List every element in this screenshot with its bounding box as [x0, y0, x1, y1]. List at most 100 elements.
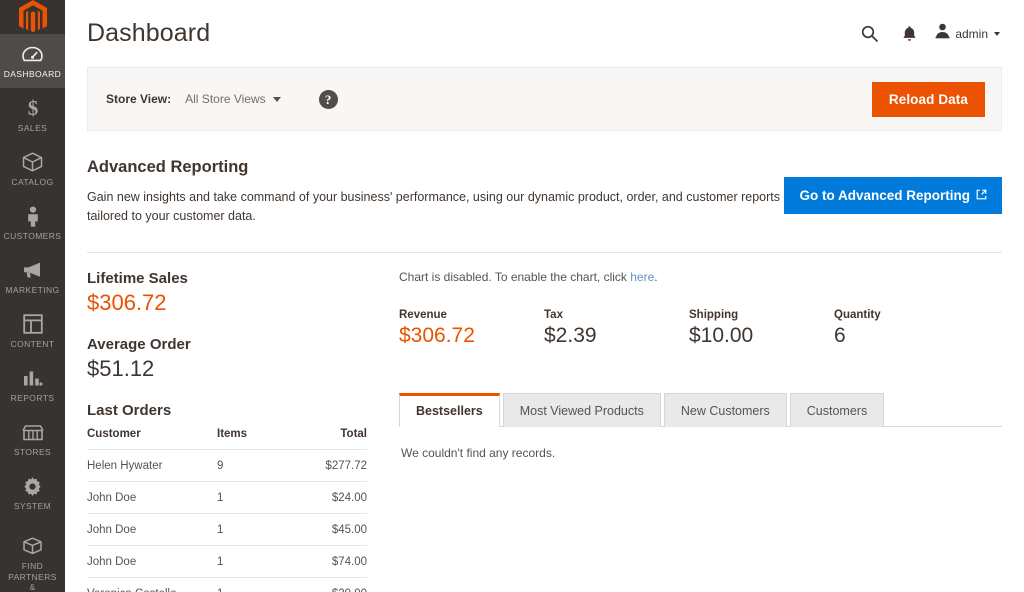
- megaphone-icon: [22, 259, 44, 281]
- stat-value: $306.72: [399, 324, 475, 347]
- account-menu[interactable]: admin: [929, 23, 1002, 44]
- storefront-icon: [21, 421, 44, 443]
- stat-value: 6: [834, 324, 846, 347]
- sidebar-item-dashboard[interactable]: DASHBOARD: [0, 34, 65, 88]
- cell-items: 1: [217, 513, 287, 546]
- dollar-icon: $: [25, 97, 41, 119]
- table-row[interactable]: John Doe 1 $74.00: [87, 545, 367, 578]
- store-view-selected-value: All Store Views: [185, 92, 266, 106]
- stat-tax: Tax $2.39: [544, 309, 689, 348]
- sidebar-item-marketing[interactable]: MARKETING: [0, 250, 65, 304]
- table-row[interactable]: Helen Hywater 9 $277.72: [87, 449, 367, 482]
- stat-shipping: Shipping $10.00: [689, 309, 834, 348]
- dashboard-left-column: Lifetime Sales $306.72 Average Order $51…: [87, 270, 387, 592]
- account-name: admin: [955, 26, 988, 41]
- bar-chart-icon: [22, 367, 43, 389]
- magento-logo[interactable]: [0, 0, 65, 34]
- cell-customer: Helen Hywater: [87, 449, 217, 482]
- dashboard-gauge-icon: [22, 43, 43, 65]
- sidebar-item-stores[interactable]: STORES: [0, 412, 65, 466]
- tab-customers[interactable]: Customers: [789, 393, 885, 427]
- sidebar-item-label: CONTENT: [10, 339, 55, 349]
- table-row[interactable]: Veronica Costello 1 $29.00: [87, 577, 367, 592]
- stats-row: Revenue $306.72 Tax $2.39 Shipping $10.0…: [399, 309, 1002, 348]
- stat-value: $2.39: [544, 324, 597, 347]
- bell-icon[interactable]: [889, 19, 929, 49]
- column-header-total: Total: [340, 428, 367, 440]
- go-to-advanced-reporting-label: Go to Advanced Reporting: [799, 188, 970, 203]
- dashboard-tabs: Bestsellers Most Viewed Products New Cus…: [399, 392, 1002, 479]
- average-order-label: Average Order: [87, 336, 191, 353]
- sidebar-item-find-partners-extensions[interactable]: FIND PARTNERS & EXTENSIONS: [0, 526, 65, 592]
- gear-icon: [22, 475, 43, 497]
- lifetime-sales-value: $306.72: [87, 290, 167, 315]
- page-header: Dashboard admin: [65, 0, 1024, 67]
- sidebar-item-label-line1: FIND PARTNERS: [8, 561, 57, 582]
- table-row[interactable]: John Doe 1 $24.00: [87, 481, 367, 514]
- tab-most-viewed-products[interactable]: Most Viewed Products: [502, 393, 661, 427]
- sidebar-item-label: CATALOG: [11, 177, 54, 187]
- average-order-block: Average Order $51.12: [87, 336, 367, 382]
- layout-icon: [22, 313, 43, 335]
- column-header-items: Items: [217, 428, 248, 440]
- sidebar-item-label: REPORTS: [10, 393, 55, 403]
- magento-admin-dashboard: DASHBOARD $ SALES CATALOG CUSTOMERS MARK…: [0, 0, 1024, 592]
- cell-customer: John Doe: [87, 513, 217, 546]
- search-icon[interactable]: [849, 19, 889, 49]
- store-view-select[interactable]: All Store Views: [185, 92, 281, 106]
- cell-total: $74.00: [287, 545, 367, 578]
- advanced-reporting-description: Gain new insights and take command of yo…: [87, 190, 781, 223]
- advanced-reporting-section: Advanced Reporting Gain new insights and…: [87, 131, 1002, 253]
- stat-label: Tax: [544, 309, 563, 321]
- cell-total: $24.00: [287, 481, 367, 514]
- question-mark-icon[interactable]: ?: [318, 89, 338, 109]
- tab-bestsellers[interactable]: Bestsellers: [399, 393, 500, 427]
- cell-customer: John Doe: [87, 545, 217, 578]
- tab-new-customers[interactable]: New Customers: [663, 393, 787, 427]
- admin-sidebar: DASHBOARD $ SALES CATALOG CUSTOMERS MARK…: [0, 0, 65, 592]
- cell-customer: Veronica Costello: [87, 577, 217, 592]
- stat-revenue: Revenue $306.72: [399, 309, 544, 348]
- cell-items: 1: [217, 577, 287, 592]
- chevron-down-icon: [994, 31, 1000, 36]
- external-link-icon: [976, 188, 987, 203]
- sidebar-item-label: DASHBOARD: [3, 69, 62, 79]
- stat-label: Revenue: [399, 309, 447, 321]
- sidebar-item-customers[interactable]: CUSTOMERS: [0, 196, 65, 250]
- table-row[interactable]: John Doe 1 $45.00: [87, 513, 367, 546]
- sidebar-item-content[interactable]: CONTENT: [0, 304, 65, 358]
- tab-panel-empty-message: We couldn't find any records.: [401, 446, 556, 460]
- stat-label: Shipping: [689, 309, 739, 321]
- extension-box-icon: [22, 535, 43, 557]
- chart-notice-text: Chart is disabled. To enable the chart, …: [399, 270, 631, 284]
- user-avatar-icon: [935, 23, 950, 44]
- lifetime-sales-label: Lifetime Sales: [87, 270, 188, 287]
- sidebar-item-catalog[interactable]: CATALOG: [0, 142, 65, 196]
- box-icon: [22, 151, 43, 173]
- go-to-advanced-reporting-button[interactable]: Go to Advanced Reporting: [784, 177, 1002, 214]
- cell-items: 9: [217, 449, 287, 482]
- cell-total: $45.00: [287, 513, 367, 546]
- magento-logo-icon: [18, 0, 47, 33]
- sidebar-item-system[interactable]: SYSTEM: [0, 466, 65, 520]
- chart-disabled-notice: Chart is disabled. To enable the chart, …: [399, 270, 1002, 284]
- sidebar-item-label: CUSTOMERS: [3, 231, 62, 241]
- stat-value: $10.00: [689, 324, 754, 347]
- last-orders-title: Last Orders: [87, 402, 172, 419]
- sidebar-item-reports[interactable]: REPORTS: [0, 358, 65, 412]
- cell-total: $277.72: [287, 449, 367, 482]
- cell-total: $29.00: [287, 577, 367, 592]
- sidebar-item-label: MARKETING: [5, 285, 60, 295]
- store-view-bar: Store View: All Store Views ? Reload Dat…: [87, 67, 1002, 131]
- cell-customer: John Doe: [87, 481, 217, 514]
- chart-notice-text-end: .: [654, 270, 658, 284]
- page-title: Dashboard: [87, 19, 211, 47]
- svg-text:$: $: [27, 97, 38, 119]
- sidebar-item-label: SALES: [17, 123, 48, 133]
- sidebar-item-sales[interactable]: $ SALES: [0, 88, 65, 142]
- enable-chart-link[interactable]: here: [630, 270, 654, 284]
- lifetime-sales-block: Lifetime Sales $306.72: [87, 270, 367, 316]
- tab-list: Bestsellers Most Viewed Products New Cus…: [399, 392, 1002, 427]
- person-icon: [25, 205, 41, 227]
- reload-data-button[interactable]: Reload Data: [871, 81, 985, 117]
